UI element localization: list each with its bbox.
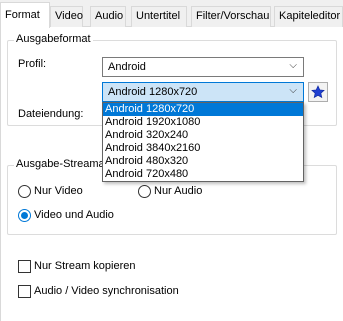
av-sync-label: Audio / Video synchronisation (34, 285, 179, 297)
profile-label: Profil: (18, 58, 47, 70)
preset-option[interactable]: Android 3840x2160 (103, 142, 303, 155)
profile-value: Android (108, 61, 146, 73)
chevron-down-icon: ⌵ (289, 85, 297, 96)
star-icon (311, 85, 325, 99)
preset-dropdown-list[interactable]: Android 1280x720 Android 1920x1080 Andro… (102, 102, 304, 182)
chevron-down-icon: ⌵ (289, 60, 297, 71)
radio-video-and-audio[interactable] (18, 209, 31, 222)
preset-combo[interactable]: Android 1280x720 ⌵ (102, 82, 304, 102)
radio-video-only[interactable] (18, 185, 31, 198)
profile-combo[interactable]: Android ⌵ (102, 57, 304, 77)
output-format-legend: Ausgabeformat (14, 33, 93, 45)
copy-stream-checkbox[interactable] (18, 260, 31, 273)
preset-option[interactable]: Android 480x320 (103, 155, 303, 168)
tab-format[interactable]: Format (0, 2, 50, 28)
tab-video[interactable]: Video (50, 6, 83, 27)
tab-kapiteleditor[interactable]: Kapiteleditor (274, 6, 343, 27)
output-stream-legend: Ausgabe-Streama (14, 158, 107, 170)
preset-option[interactable]: Android 1280x720 (103, 103, 303, 116)
tab-untertitel[interactable]: Untertitel (131, 6, 187, 27)
extension-label: Dateiendung: (18, 108, 84, 120)
av-sync-checkbox[interactable] (18, 285, 31, 298)
favorite-star-button[interactable] (308, 82, 328, 102)
preset-value: Android 1280x720 (108, 86, 198, 98)
preset-option[interactable]: Android 320x240 (103, 129, 303, 142)
preset-option[interactable]: Android 1920x1080 (103, 116, 303, 129)
radio-video-only-label: Nur Video (34, 185, 83, 197)
radio-audio-only[interactable] (138, 185, 151, 198)
tab-bar: Format Video Audio Untertitel Filter/Vor… (0, 0, 343, 28)
copy-stream-label: Nur Stream kopieren (34, 260, 136, 272)
radio-video-and-audio-label: Video und Audio (34, 209, 114, 221)
radio-audio-only-label: Nur Audio (154, 185, 203, 197)
tab-audio[interactable]: Audio (90, 6, 126, 27)
tab-filter-vorschau[interactable]: Filter/Vorschau (191, 6, 271, 27)
preset-option[interactable]: Android 720x480 (103, 168, 303, 181)
